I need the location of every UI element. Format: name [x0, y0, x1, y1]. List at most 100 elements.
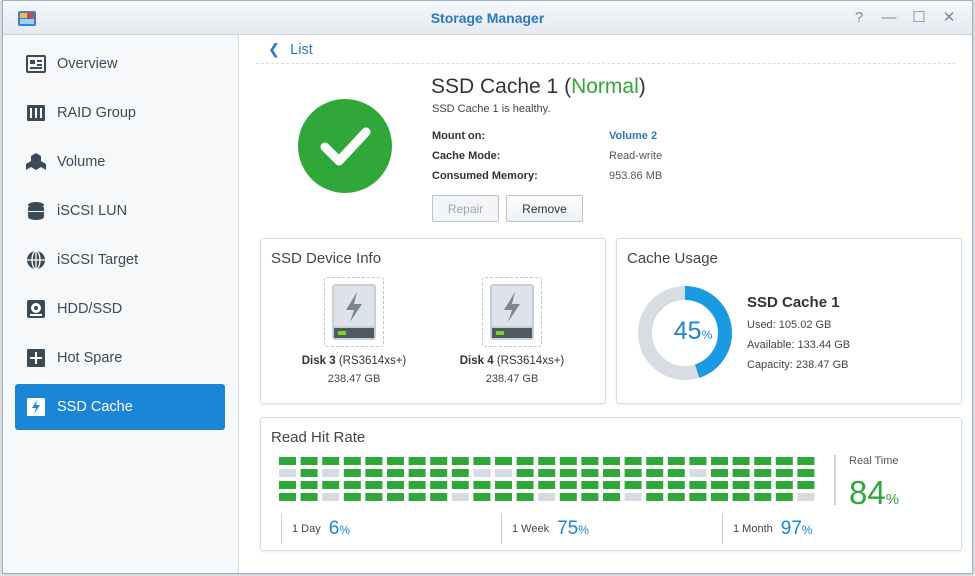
healthy-check-icon [298, 99, 392, 193]
cache-usage-panel: Cache Usage 45% SSD Cache 1 Used: 105.02… [616, 238, 962, 404]
repair-button[interactable]: Repair [432, 195, 499, 222]
disk-number: Disk 3 [301, 355, 336, 367]
help-icon[interactable]: ? [848, 7, 870, 29]
hit-cell [775, 493, 793, 501]
hit-cell [343, 457, 361, 465]
hit-cell [387, 469, 404, 477]
hit-cell [516, 481, 534, 489]
usage-percent-value: 45 [673, 317, 702, 345]
hit-cell [408, 493, 426, 501]
hit-cell [365, 469, 383, 477]
hit-cell [711, 457, 728, 465]
hit-cell [408, 469, 426, 477]
usage-cache-name: SSD Cache 1 [747, 294, 840, 311]
storage-manager-window: Storage Manager ? — ☐ ✕ Overview RAID Gr… [2, 0, 973, 574]
stat-number: 6 [328, 518, 340, 539]
iscsi-lun-icon [25, 200, 47, 222]
hit-cell [624, 481, 642, 489]
hit-cell [754, 481, 772, 489]
miss-cell [322, 469, 340, 477]
status-close-paren: ) [638, 75, 646, 98]
hit-cell [775, 481, 793, 489]
hit-cell [408, 457, 426, 465]
sidebar-item-label: SSD Cache [57, 399, 133, 415]
hit-cell [451, 481, 469, 489]
sidebar-item-hot-spare[interactable]: Hot Spare [15, 335, 225, 381]
hit-cell [279, 493, 296, 501]
minimize-icon[interactable]: — [878, 7, 900, 29]
panel-title: Cache Usage [627, 250, 718, 267]
disk-model: (RS3614xs+) [493, 355, 565, 367]
hit-cell [473, 481, 491, 489]
hit-cell [646, 469, 664, 477]
window-title: Storage Manager [430, 10, 545, 26]
hit-cell [473, 457, 491, 465]
hot-spare-icon [25, 347, 47, 369]
miss-cell [322, 493, 340, 501]
hit-cell [365, 457, 383, 465]
hit-cell [624, 469, 642, 477]
hit-cell [603, 457, 620, 465]
stat-label: 1 Day [292, 523, 321, 535]
back-to-list-link[interactable]: ❮ List [268, 42, 313, 58]
sidebar-item-label: Overview [57, 56, 118, 72]
stat-unit: % [801, 523, 813, 537]
hit-cell [343, 481, 361, 489]
sidebar-item-volume[interactable]: Volume [15, 139, 225, 185]
disk-number: Disk 4 [459, 355, 494, 367]
sidebar-item-ssd-cache[interactable]: SSD Cache [15, 384, 225, 430]
sidebar-item-hdd-ssd[interactable]: HDD/SSD [15, 286, 225, 332]
hit-cell [775, 457, 793, 465]
hit-cell [646, 457, 664, 465]
sidebar-item-label: Volume [57, 154, 106, 170]
hit-cell [581, 469, 599, 477]
hit-cell [538, 481, 556, 489]
hit-rate-grid [279, 457, 815, 501]
stat-1-month: 1 Month 97% [722, 514, 813, 544]
mount-on-volume-link[interactable]: Volume 2 [609, 130, 657, 142]
usage-percent: 45% [661, 317, 725, 346]
miss-cell [279, 469, 296, 477]
hit-cell [711, 469, 728, 477]
cache-mode-value: Read-write [609, 150, 663, 162]
disk-size: 238.47 GB [485, 373, 539, 385]
hit-cell [365, 493, 383, 501]
close-icon[interactable]: ✕ [938, 7, 960, 29]
read-hit-rate-panel: Read Hit Rate Real Time 84% 1 Day 6% 1 W… [260, 417, 962, 551]
hit-cell [559, 493, 577, 501]
hit-cell [559, 469, 577, 477]
hit-cell [300, 457, 318, 465]
sidebar-item-iscsi-lun[interactable]: iSCSI LUN [15, 188, 225, 234]
remove-button[interactable]: Remove [506, 195, 583, 222]
disk-name: Disk 3 (RS3614xs+) [279, 355, 429, 367]
hit-cell [495, 493, 512, 501]
realtime-unit: % [885, 491, 900, 508]
hit-cell [430, 469, 448, 477]
sidebar-item-label: iSCSI LUN [57, 203, 128, 219]
ssd-device-info-panel: SSD Device Info Disk 3 (RS3614xs+) 238.4… [260, 238, 606, 404]
hit-cell [473, 493, 491, 501]
hit-cell [516, 457, 534, 465]
ssd-disk-icon [482, 277, 542, 347]
miss-cell [797, 493, 815, 501]
sidebar-item-iscsi-target[interactable]: iSCSI Target [15, 237, 225, 283]
sidebar-item-overview[interactable]: Overview [15, 41, 225, 87]
stat-1-day: 1 Day 6% [281, 514, 350, 544]
usage-used: Used: 105.02 GB [747, 319, 832, 331]
hit-cell [516, 469, 534, 477]
consumed-memory-label: Consumed Memory: [432, 170, 538, 182]
stat-value: 6% [329, 518, 350, 540]
miss-cell [689, 469, 707, 477]
hit-cell [667, 493, 685, 501]
cache-title: SSD Cache 1 (Normal) [431, 75, 646, 99]
hit-cell [754, 457, 772, 465]
maximize-icon[interactable]: ☐ [908, 7, 930, 29]
hit-cell [797, 481, 815, 489]
sidebar-item-label: RAID Group [57, 105, 136, 121]
miss-cell [495, 469, 512, 477]
stat-number: 75 [557, 518, 579, 539]
raid-group-icon [25, 102, 47, 124]
hit-cell [711, 493, 728, 501]
hit-cell [732, 481, 750, 489]
sidebar-item-raid-group[interactable]: RAID Group [15, 90, 225, 136]
